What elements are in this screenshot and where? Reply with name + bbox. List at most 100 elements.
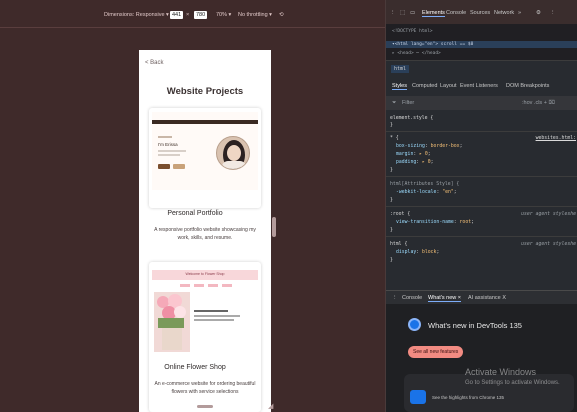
thumb-heading: I'm Erissa	[158, 142, 178, 147]
rule-selector[interactable]: * {	[390, 136, 399, 141]
rule-divider	[386, 206, 577, 207]
dom-tree: <!DOCTYPE html> ▾<html lang="en"> scroll…	[386, 24, 577, 60]
highlights-text: See the highlights from Chrome 135	[432, 395, 505, 400]
card-title-portfolio: Personal Portfolio	[167, 210, 223, 217]
devtools-panel: ⋮ ⬚ ▭ Elements Console Sources Network »…	[385, 0, 577, 412]
rule-close: }	[390, 168, 393, 173]
thumb-line	[194, 315, 240, 317]
more-dots-icon[interactable]: ⋮	[390, 10, 396, 16]
dom-line[interactable]: ▾<html lang="en"> scroll == $0	[392, 42, 473, 47]
rule-close: }	[390, 198, 393, 203]
rule-selector[interactable]: :root {	[390, 212, 410, 217]
rule-prop[interactable]: padding: ▸ 0;	[396, 160, 434, 165]
rule-selector[interactable]: element.style {	[390, 116, 433, 121]
tab-elements[interactable]: Elements	[422, 10, 445, 17]
thumb-line	[194, 310, 228, 312]
card-desc-flowershop: An e-commerce website for ordering beaut…	[154, 381, 256, 395]
thumb-nav-pill	[180, 284, 190, 287]
rule-close: }	[390, 228, 393, 233]
thumb-nav-pill	[208, 284, 218, 287]
card-desc-portfolio: A responsive portfolio website showcasin…	[154, 227, 256, 241]
tab-layout[interactable]: Layout	[440, 83, 457, 89]
rotate-icon[interactable]: ⟲	[279, 11, 284, 19]
rule-prop[interactable]: display: block;	[396, 250, 439, 255]
thumb-line	[158, 136, 172, 138]
styles-filter-bar: ⏷ Filter :hov .cls + ⌧	[386, 96, 577, 110]
tab-dom-breakpoints[interactable]: DOM Breakpoints	[506, 83, 549, 89]
rule-prop[interactable]: box-sizing: border-box;	[396, 144, 462, 149]
portrait-photo	[216, 136, 250, 170]
drawer-tab-console[interactable]: Console	[402, 295, 422, 301]
project-card-portfolio[interactable]: I'm Erissa	[149, 108, 261, 208]
rule-close: }	[390, 123, 393, 128]
thumb-heading: Welcome to Flower Shop	[185, 272, 225, 276]
tab-event-listeners[interactable]: Event Listeners	[460, 83, 498, 89]
thumb-line	[158, 154, 180, 156]
drawer-menu-icon[interactable]: ⋮	[392, 295, 398, 301]
drawer-tab-whats-new[interactable]: What's new ×	[428, 295, 461, 302]
rule-prop[interactable]: -webkit-locale: "en";	[396, 190, 457, 195]
styles-pane: element.style { } * { websites.html: box…	[386, 112, 577, 288]
devtools-tabbar: ⋮ ⬚ ▭ Elements Console Sources Network »…	[386, 0, 577, 24]
filter-tools[interactable]: :hov .cls + ⌧	[522, 100, 555, 106]
back-link[interactable]: < Back	[145, 60, 164, 66]
dimensions-dropdown[interactable]: Dimensions: Responsive ▾	[104, 11, 169, 19]
rule-prop[interactable]: view-transition-name: root;	[396, 220, 474, 225]
see-all-features-button[interactable]: See all new features	[408, 346, 464, 358]
drawer-tab-ai-assistance[interactable]: AI assistance Ⅹ	[468, 295, 506, 301]
thumb-navbar	[152, 120, 258, 124]
rule-selector[interactable]: html {	[390, 242, 407, 247]
activate-title: Activate Windows	[465, 367, 537, 377]
thumb-button	[173, 164, 185, 169]
dom-line[interactable]: ▸ <head> ⋯ </head>	[392, 51, 441, 56]
thumb-button	[158, 164, 170, 169]
device-toggle-icon[interactable]: ▭	[410, 10, 415, 16]
corner-resize-handle[interactable]: ◢	[268, 402, 273, 410]
tab-console[interactable]: Console	[446, 10, 466, 16]
video-icon	[410, 390, 426, 404]
activate-subtitle: Go to Settings to activate Windows.	[465, 380, 560, 386]
page-title: Website Projects	[166, 86, 244, 97]
devtools-logo-icon	[408, 318, 421, 331]
rule-divider	[386, 236, 577, 237]
rule-divider	[386, 131, 577, 132]
card-title-flowershop: Online Flower Shop	[164, 364, 226, 371]
width-input[interactable]: 441	[170, 11, 184, 19]
thumb-nav-pill	[222, 284, 232, 287]
rule-selector[interactable]: html[Attributes Style] {	[390, 182, 459, 187]
rule-source[interactable]: websites.html:	[536, 136, 576, 141]
emulated-page: < Back Website Projects I'm Erissa Perso…	[139, 50, 271, 412]
height-input[interactable]: 780	[194, 11, 208, 19]
filter-icon: ⏷	[392, 100, 397, 106]
tab-computed[interactable]: Computed	[412, 83, 437, 89]
device-emulation-pane: Dimensions: Responsive ▾ 441 × 780 70% ▾…	[0, 0, 385, 412]
whats-new-panel: What's new in DevTools 135 See all new f…	[386, 304, 577, 412]
filter-input[interactable]: Filter	[402, 100, 414, 106]
bottom-resize-handle[interactable]	[197, 405, 213, 408]
device-toolbar: Dimensions: Responsive ▾ 441 × 780 70% ▾…	[0, 0, 385, 28]
activate-windows-watermark: Activate Windows Go to Settings to activ…	[465, 367, 560, 386]
whats-new-title: What's new in DevTools 135	[428, 321, 522, 330]
breadcrumb: html	[386, 60, 577, 76]
tab-styles[interactable]: Styles	[392, 83, 407, 90]
zoom-dropdown[interactable]: 70% ▾	[216, 11, 231, 19]
tab-network[interactable]: Network	[494, 10, 514, 16]
times-sign: ×	[186, 12, 190, 18]
settings-icon[interactable]: ⚙	[536, 10, 541, 16]
dom-line[interactable]: <!DOCTYPE html>	[392, 29, 433, 34]
breadcrumb-item[interactable]: html	[391, 65, 410, 73]
inspect-icon[interactable]: ⬚	[400, 10, 405, 16]
more-tabs-button[interactable]: »	[518, 10, 521, 16]
drawer-tabbar: ⋮ Console What's new × AI assistance Ⅹ	[386, 290, 577, 304]
rule-close: }	[390, 258, 393, 263]
thumb-line	[158, 150, 186, 152]
throttling-dropdown[interactable]: No throttling ▾	[238, 11, 272, 19]
styles-subtabs: Styles Computed Layout Event Listeners D…	[386, 80, 577, 94]
thumb-line	[194, 319, 234, 321]
rule-source: user agent styleshe	[521, 212, 576, 217]
flower-bouquet-photo	[154, 292, 190, 352]
rule-prop[interactable]: margin: ▸ 0;	[396, 152, 431, 157]
right-resize-handle[interactable]	[272, 217, 276, 237]
tab-sources[interactable]: Sources	[470, 10, 490, 16]
menu-dots-icon[interactable]: ⋮	[550, 10, 556, 16]
